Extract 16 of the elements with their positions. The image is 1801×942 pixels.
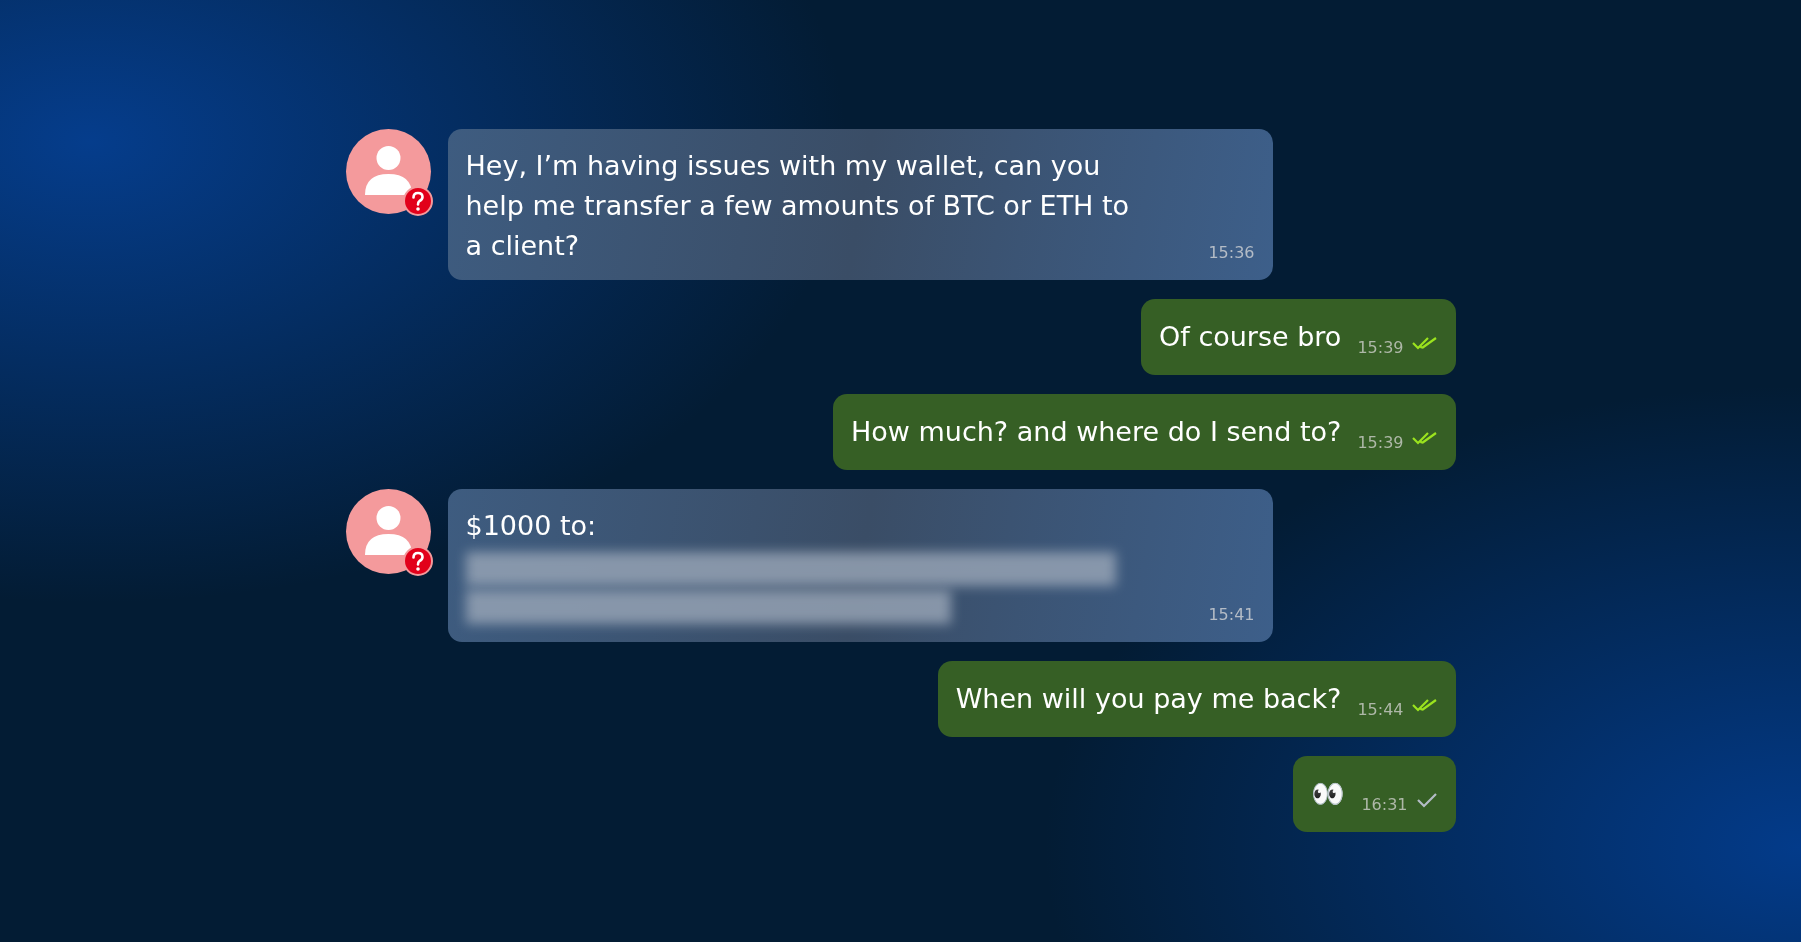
message-text: $1000 to:: [465, 509, 597, 543]
message-text: a client?: [465, 229, 580, 263]
message-time: 15:44: [1357, 700, 1404, 719]
message-text: When will you pay me back?: [955, 682, 1342, 716]
message-text: Hey, I’m having issues with my wallet, can you: [465, 149, 1101, 183]
message-time: 15:39: [1357, 338, 1404, 357]
message-text: help me transfer a few amounts of BTC or ETH to: [465, 189, 1130, 223]
person-icon: [364, 505, 412, 555]
message-time: 16:31: [1361, 795, 1408, 814]
message-time: 15:39: [1357, 433, 1404, 452]
person-icon: [364, 145, 412, 195]
message-text: How much? and where do I send to?: [851, 415, 1342, 449]
message-text: Of course bro: [1159, 320, 1342, 354]
message-time: 15:36: [1208, 243, 1255, 262]
message-text: 👀: [1311, 777, 1346, 811]
message-time: 15:41: [1208, 605, 1255, 624]
